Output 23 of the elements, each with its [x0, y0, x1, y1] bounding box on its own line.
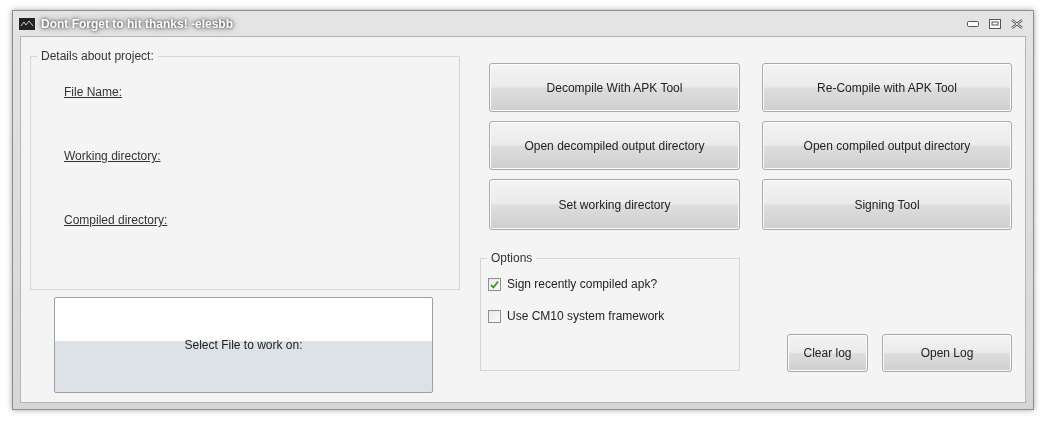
clear-log-button[interactable]: Clear log: [787, 334, 868, 372]
field-label: Compiled directory:: [64, 213, 168, 227]
action-button[interactable]: Open compiled output directory: [762, 121, 1012, 170]
select-file-button[interactable]: Select File to work on:: [54, 297, 433, 393]
field-label: Working directory:: [64, 149, 161, 163]
action-button[interactable]: Set working directory: [489, 179, 740, 230]
action-button[interactable]: Open decompiled output directory: [489, 121, 740, 170]
minimize-icon[interactable]: [967, 20, 979, 27]
action-button[interactable]: Signing Tool: [762, 179, 1012, 230]
group-legend: Options: [487, 251, 537, 265]
maximize-icon[interactable]: [989, 18, 1001, 29]
window-title: Dont Forget to hit thanks! -elesbb: [41, 16, 233, 31]
checkbox-label[interactable]: Use CM10 system framework: [507, 309, 665, 323]
group-legend: Details about project:: [37, 49, 158, 63]
action-button[interactable]: Decompile With APK Tool: [489, 63, 740, 112]
field-label: File Name:: [64, 85, 122, 99]
checkbox[interactable]: [488, 309, 501, 323]
checkbox-label[interactable]: Sign recently compiled apk?: [507, 277, 658, 291]
open-log-button[interactable]: Open Log: [882, 334, 1012, 372]
app-icon: [19, 17, 35, 30]
close-icon[interactable]: [1011, 18, 1023, 29]
action-button[interactable]: Re-Compile with APK Tool: [762, 63, 1012, 112]
checkbox[interactable]: [488, 277, 501, 291]
